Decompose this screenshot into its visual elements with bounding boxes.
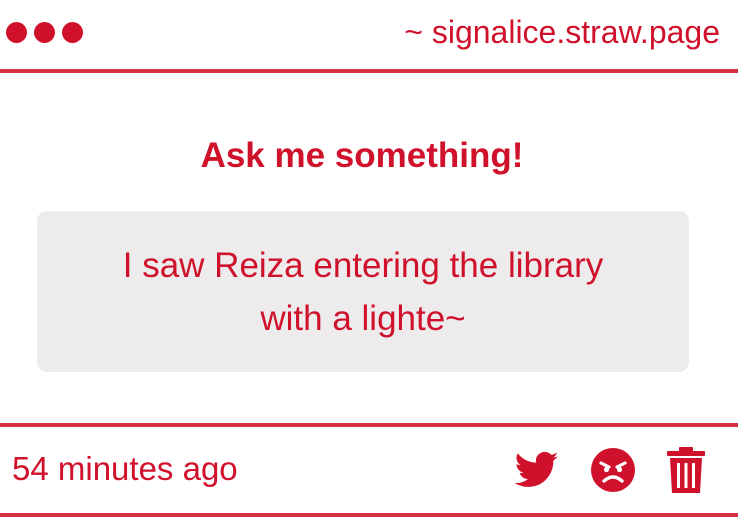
report-button[interactable] <box>591 448 635 492</box>
bottom-divider <box>0 513 738 517</box>
site-header: ~ signalice.straw.page <box>0 0 738 70</box>
dot-icon <box>34 22 55 43</box>
page-title: Ask me something! <box>200 136 524 175</box>
window-dots <box>6 22 83 43</box>
question-footer: 54 minutes ago <box>0 427 738 513</box>
header-divider <box>0 69 738 73</box>
action-bar <box>515 447 705 493</box>
share-twitter-button[interactable] <box>515 451 559 489</box>
dot-icon <box>6 22 27 43</box>
site-url-link[interactable]: ~ signalice.straw.page <box>404 12 720 52</box>
trash-icon <box>667 447 705 493</box>
timestamp: 54 minutes ago <box>12 450 238 487</box>
twitter-icon <box>515 451 559 487</box>
angry-face-icon <box>591 448 635 492</box>
question-text-line: I saw Reiza entering the library <box>122 246 604 285</box>
question-card: I saw Reiza entering the library with a … <box>37 211 689 372</box>
delete-button[interactable] <box>667 447 705 493</box>
dot-icon <box>62 22 83 43</box>
question-text-line: with a lighte~ <box>260 299 466 338</box>
